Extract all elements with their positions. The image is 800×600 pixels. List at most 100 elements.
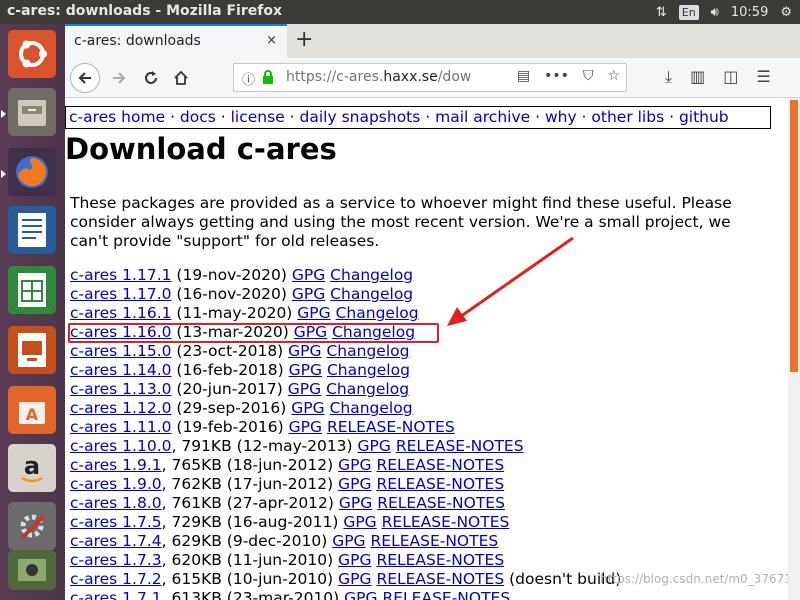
- running-indicator: [1, 170, 6, 178]
- release-gpg-link[interactable]: GPG: [289, 418, 322, 436]
- nav-link-docs[interactable]: docs: [180, 108, 216, 126]
- release-download-link[interactable]: c-ares 1.7.2: [70, 570, 162, 588]
- release-notes-link[interactable]: RELEASE-NOTES: [376, 570, 504, 588]
- forward-button[interactable]: [107, 64, 131, 91]
- vertical-scrollbar[interactable]: [788, 98, 800, 600]
- toolbar-right-buttons: ⤓ ▥ ◫ ☰: [665, 67, 771, 87]
- release-download-link[interactable]: c-ares 1.9.0: [70, 475, 162, 493]
- keyboard-language-indicator[interactable]: En: [678, 4, 699, 20]
- release-download-link[interactable]: c-ares 1.16.1: [70, 304, 171, 322]
- url-text: https://c-ares.haxx.se/dow: [286, 69, 471, 85]
- release-gpg-link[interactable]: GPG: [291, 399, 324, 417]
- release-notes-link[interactable]: RELEASE-NOTES: [327, 418, 455, 436]
- release-gpg-link[interactable]: GPG: [289, 361, 322, 379]
- release-gpg-link[interactable]: GPG: [288, 380, 321, 398]
- downloads-icon[interactable]: ⤓: [665, 67, 672, 87]
- release-gpg-link[interactable]: GPG: [292, 285, 325, 303]
- release-gpg-link[interactable]: GPG: [297, 304, 330, 322]
- release-notes-link[interactable]: RELEASE-NOTES: [371, 532, 499, 550]
- release-notes-link[interactable]: RELEASE-NOTES: [377, 494, 505, 512]
- release-notes-link[interactable]: RELEASE-NOTES: [376, 475, 504, 493]
- release-gpg-link[interactable]: GPG: [338, 475, 371, 493]
- release-download-link[interactable]: c-ares 1.11.0: [70, 418, 171, 436]
- release-notes-link[interactable]: Changelog: [330, 285, 413, 303]
- release-download-link[interactable]: c-ares 1.10.0: [70, 437, 171, 455]
- nav-link-daily-snapshots[interactable]: daily snapshots: [300, 108, 421, 126]
- release-info: (20-jun-2017): [171, 380, 288, 398]
- release-notes-link[interactable]: Changelog: [327, 361, 410, 379]
- new-tab-button[interactable]: +: [295, 27, 313, 52]
- release-gpg-link[interactable]: GPG: [338, 570, 371, 588]
- release-gpg-link[interactable]: GPG: [343, 513, 376, 531]
- clock[interactable]: 10:59: [731, 5, 768, 20]
- reader-view-icon[interactable]: ▤: [517, 68, 530, 84]
- release-notes-link[interactable]: Changelog: [330, 399, 413, 417]
- release-download-link[interactable]: c-ares 1.13.0: [70, 380, 171, 398]
- release-notes-link[interactable]: Changelog: [326, 380, 409, 398]
- release-gpg-link[interactable]: GPG: [288, 342, 321, 360]
- system-settings-icon[interactable]: [8, 502, 56, 550]
- release-notes-link[interactable]: Changelog: [326, 342, 409, 360]
- release-gpg-link[interactable]: GPG: [292, 266, 325, 284]
- release-gpg-link[interactable]: GPG: [332, 532, 365, 550]
- site-info-icon[interactable]: ⓘ: [242, 69, 255, 88]
- release-download-link[interactable]: c-ares 1.7.1: [70, 589, 162, 600]
- hamburger-menu-icon[interactable]: ☰: [756, 67, 770, 87]
- home-button[interactable]: [169, 64, 193, 91]
- library-icon[interactable]: ▥: [690, 67, 705, 87]
- tab-c-ares-downloads[interactable]: c-ares: downloads ×: [65, 24, 287, 58]
- tab-close-icon[interactable]: ×: [266, 33, 277, 48]
- nav-link-other-libs[interactable]: other libs: [591, 108, 664, 126]
- pocket-icon[interactable]: ⛉: [583, 68, 594, 84]
- software-updater-icon[interactable]: [8, 550, 56, 590]
- nav-link-why[interactable]: why: [545, 108, 577, 126]
- release-download-link[interactable]: c-ares 1.7.5: [70, 513, 162, 531]
- release-gpg-link[interactable]: GPG: [358, 437, 391, 455]
- scrollbar-thumb[interactable]: [790, 100, 798, 372]
- url-bar[interactable]: ⓘ https://c-ares.haxx.se/dow ▤ ••• ⛉ ☆: [233, 63, 627, 92]
- reload-button[interactable]: [139, 64, 163, 91]
- release-download-link[interactable]: c-ares 1.15.0: [70, 342, 171, 360]
- release-notes-link[interactable]: RELEASE-NOTES: [382, 589, 510, 600]
- release-download-link[interactable]: c-ares 1.9.1: [70, 456, 162, 474]
- libreoffice-calc-icon[interactable]: [8, 266, 56, 314]
- ubuntu-software-icon[interactable]: A: [8, 386, 56, 434]
- power-gear-icon[interactable]: ⚙: [780, 5, 792, 20]
- amazon-icon[interactable]: a: [8, 444, 56, 492]
- ubuntu-dash-icon[interactable]: [8, 30, 56, 78]
- libreoffice-writer-icon[interactable]: [8, 206, 56, 254]
- release-download-link[interactable]: c-ares 1.7.3: [70, 551, 162, 569]
- nav-link-c-ares-home[interactable]: c-ares home: [69, 108, 165, 126]
- release-notes-link[interactable]: Changelog: [336, 304, 419, 322]
- release-gpg-link[interactable]: GPG: [338, 456, 371, 474]
- release-gpg-link[interactable]: GPG: [344, 589, 377, 600]
- release-notes-link[interactable]: RELEASE-NOTES: [396, 437, 524, 455]
- release-download-link[interactable]: c-ares 1.14.0: [70, 361, 171, 379]
- volume-icon[interactable]: 🔊︎: [711, 5, 719, 20]
- firefox-icon[interactable]: [8, 148, 56, 196]
- secure-lock-icon[interactable]: [262, 70, 274, 85]
- release-gpg-link[interactable]: GPG: [338, 551, 371, 569]
- libreoffice-impress-icon[interactable]: [8, 326, 56, 374]
- nav-link-mail-archive[interactable]: mail archive: [435, 108, 530, 126]
- release-download-link[interactable]: c-ares 1.7.4: [70, 532, 162, 550]
- nav-link-github[interactable]: github: [679, 108, 729, 126]
- release-notes-link[interactable]: RELEASE-NOTES: [376, 551, 504, 569]
- navigation-toolbar: ⓘ https://c-ares.haxx.se/dow ▤ ••• ⛉ ☆ ⤓…: [65, 58, 800, 98]
- release-notes-link[interactable]: RELEASE-NOTES: [382, 513, 510, 531]
- release-gpg-link[interactable]: GPG: [339, 494, 372, 512]
- network-arrows-icon[interactable]: ⇅: [656, 5, 667, 20]
- bookmark-star-icon[interactable]: ☆: [607, 68, 620, 84]
- release-download-link[interactable]: c-ares 1.17.1: [70, 266, 171, 284]
- nav-link-license[interactable]: license: [231, 108, 285, 126]
- back-button[interactable]: [70, 63, 100, 93]
- release-download-link[interactable]: c-ares 1.8.0: [70, 494, 162, 512]
- release-notes-link[interactable]: RELEASE-NOTES: [376, 456, 504, 474]
- release-notes-link[interactable]: Changelog: [330, 266, 413, 284]
- page-actions-icon[interactable]: •••: [544, 68, 569, 84]
- sidebar-icon[interactable]: ◫: [723, 67, 738, 87]
- release-row: c-ares 1.15.0 (23-oct-2018) GPG Changelo…: [70, 342, 621, 361]
- release-download-link[interactable]: c-ares 1.12.0: [70, 399, 171, 417]
- files-icon[interactable]: [8, 88, 56, 136]
- release-download-link[interactable]: c-ares 1.17.0: [70, 285, 171, 303]
